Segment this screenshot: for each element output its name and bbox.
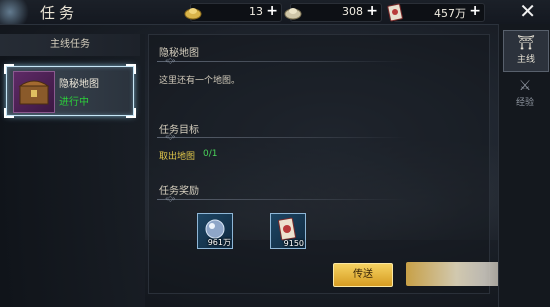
top-bar: 任务 13 + 308 + 457万 + ✕	[0, 0, 550, 25]
tab-experience[interactable]: ⚔ 经验	[503, 74, 547, 114]
close-button[interactable]: ✕	[519, 0, 536, 23]
gold-ingot-icon	[184, 8, 202, 20]
quest-detail-panel: 隐秘地图 ‹◇› 这里还有一个地图。 任务目标 ‹◇› 取出地图 0/1 任务奖…	[148, 34, 490, 294]
quest-description: 这里还有一个地图。	[159, 76, 241, 86]
quest-list-panel: 主线任务 隐秘地图 进行中	[0, 34, 145, 307]
teleport-button[interactable]: 传送	[333, 263, 393, 287]
add-silver-button[interactable]: +	[366, 3, 378, 19]
reward-amount: 9150	[283, 239, 304, 248]
resource-card: 457万 +	[387, 3, 485, 22]
silver-ingot-icon	[284, 8, 302, 20]
experience-icon: ⚔	[518, 78, 532, 94]
divider-ornament-icon: ‹◇›	[165, 194, 176, 203]
divider	[157, 199, 407, 200]
card-icon	[387, 3, 403, 22]
resource-card-value: 457万	[434, 7, 466, 20]
divider-ornament-icon: ‹◇›	[165, 56, 176, 65]
right-tab-bar: ⛩ 主线 ⚔ 经验	[498, 24, 550, 307]
objective-label: 取出地图	[159, 152, 196, 162]
divider	[157, 61, 407, 62]
treasure-chest-icon	[13, 71, 55, 113]
quest-category-header: 主线任务	[0, 34, 140, 56]
divider	[157, 137, 407, 138]
quest-status: 进行中	[59, 97, 89, 108]
tab-main-quest[interactable]: ⛩ 主线	[503, 30, 549, 72]
resource-gold-value: 13	[249, 5, 263, 18]
resource-silver: 308 +	[284, 3, 382, 22]
main-quest-icon: ⛩	[517, 35, 535, 51]
window-title: 任务	[40, 4, 79, 22]
reward-item-card[interactable]: 9150	[270, 213, 306, 249]
divider-ornament-icon: ‹◇›	[165, 132, 176, 141]
quest-list-item[interactable]: 隐秘地图 进行中	[4, 64, 136, 118]
tab-label: 经验	[515, 98, 534, 108]
reward-item-exp[interactable]: 961万	[197, 213, 233, 249]
add-gold-button[interactable]: +	[266, 3, 278, 19]
corner-marker-icon	[126, 64, 136, 74]
tab-label: 主线	[516, 55, 535, 65]
objective-progress: 0/1	[203, 149, 218, 159]
title-glow-icon	[0, 0, 34, 24]
add-card-button[interactable]: +	[469, 3, 481, 19]
reward-amount: 961万	[207, 238, 231, 247]
resource-silver-value: 308	[342, 5, 363, 18]
quest-name: 隐秘地图	[59, 79, 99, 90]
resource-gold: 13 +	[184, 3, 282, 22]
corner-marker-icon	[126, 108, 136, 118]
